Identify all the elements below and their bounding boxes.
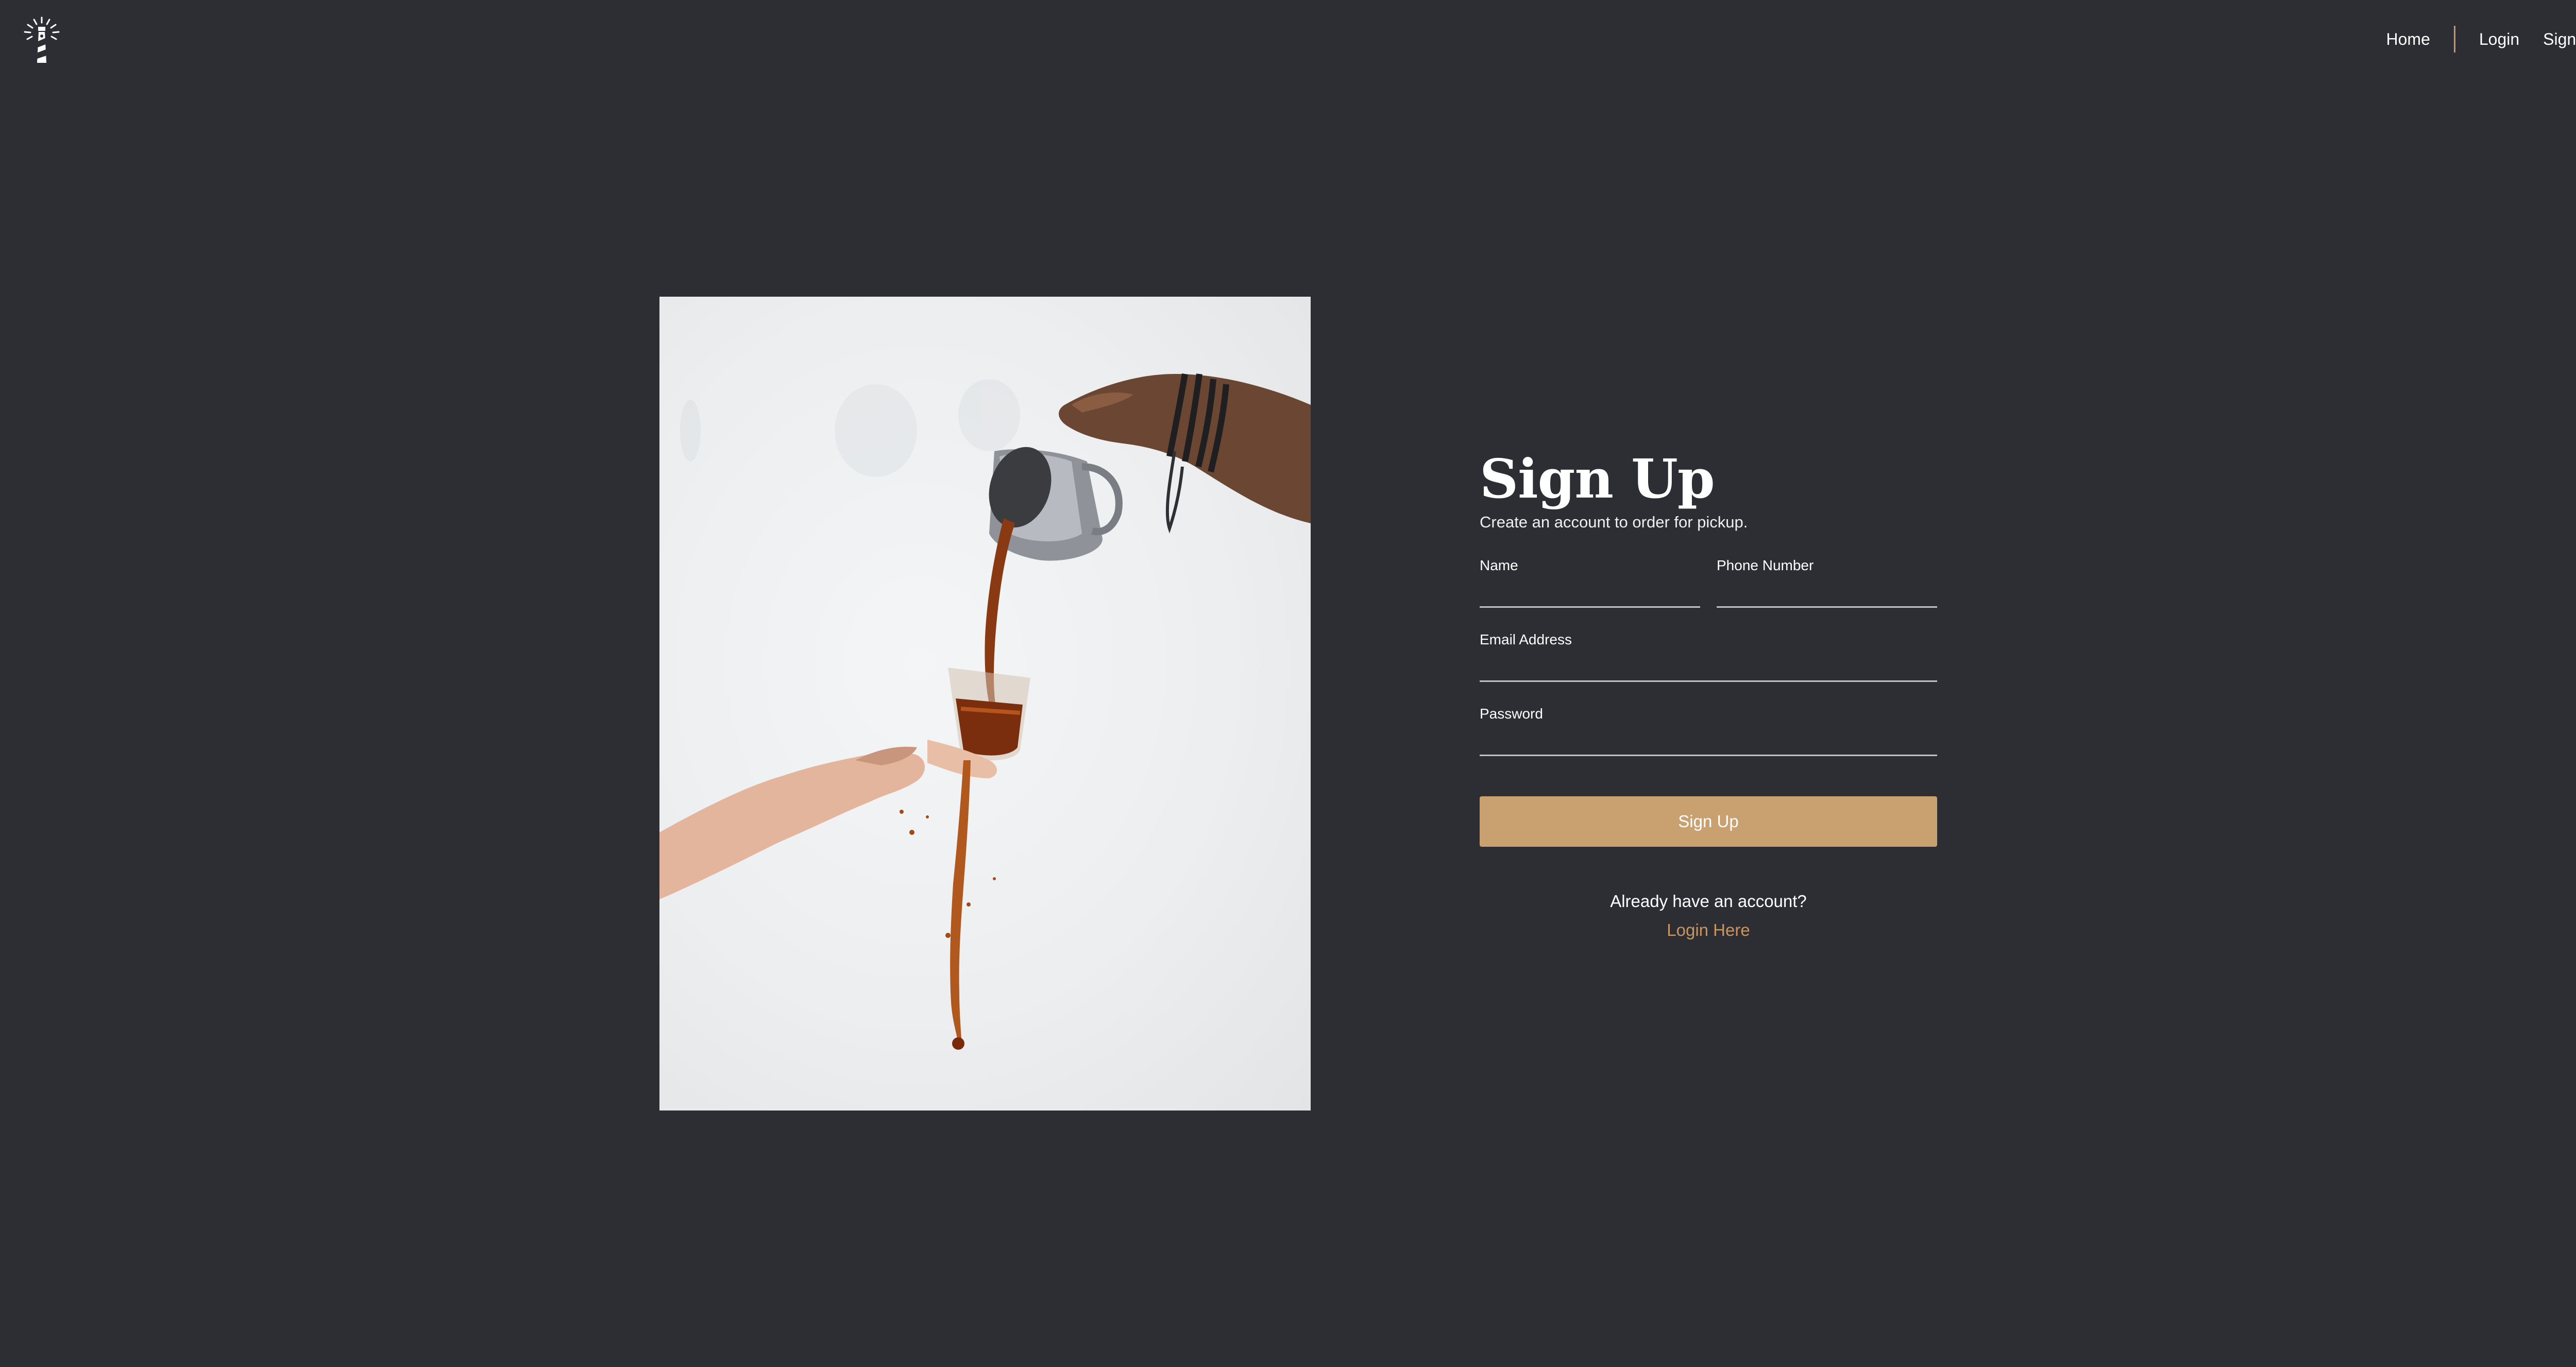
signup-form: Sign Up Create an account to order for p… [1480,448,1937,942]
email-label: Email Address [1480,631,1572,647]
main-nav: Home Login Sign Up [2386,25,2576,54]
phone-label: Phone Number [1717,557,1814,573]
page-title: Sign Up [1480,447,1715,510]
email-input[interactable] [1480,649,1937,682]
email-field-group: Email Address [1480,630,1937,682]
login-here-link[interactable]: Login Here [1480,919,1937,942]
password-label: Password [1480,706,1543,722]
phone-field-group: Phone Number [1717,556,1937,608]
email-row: Email Address [1480,630,1937,682]
signup-button[interactable]: Sign Up [1480,796,1937,847]
top-bar: Home Login Sign Up [0,0,2576,82]
password-row: Password [1480,705,1937,756]
password-field-group: Password [1480,705,1937,756]
password-input[interactable] [1480,723,1937,756]
page-subtitle: Create an account to order for pickup. [1480,513,1748,531]
name-field-group: Name [1480,556,1700,608]
nav-login-link[interactable]: Login [2479,25,2519,54]
coffee-pour-photo [659,297,1311,1110]
nav-signup-link[interactable]: Sign Up [2543,25,2576,54]
nav-home-link[interactable]: Home [2386,25,2430,54]
name-phone-row: Name Phone Number [1480,556,1937,608]
lighthouse-icon[interactable] [23,15,61,66]
already-account-text: Already have an account? [1610,892,1807,911]
phone-input[interactable] [1717,575,1937,608]
nav-divider [2453,26,2455,53]
name-label: Name [1480,557,1518,573]
name-input[interactable] [1480,575,1700,608]
